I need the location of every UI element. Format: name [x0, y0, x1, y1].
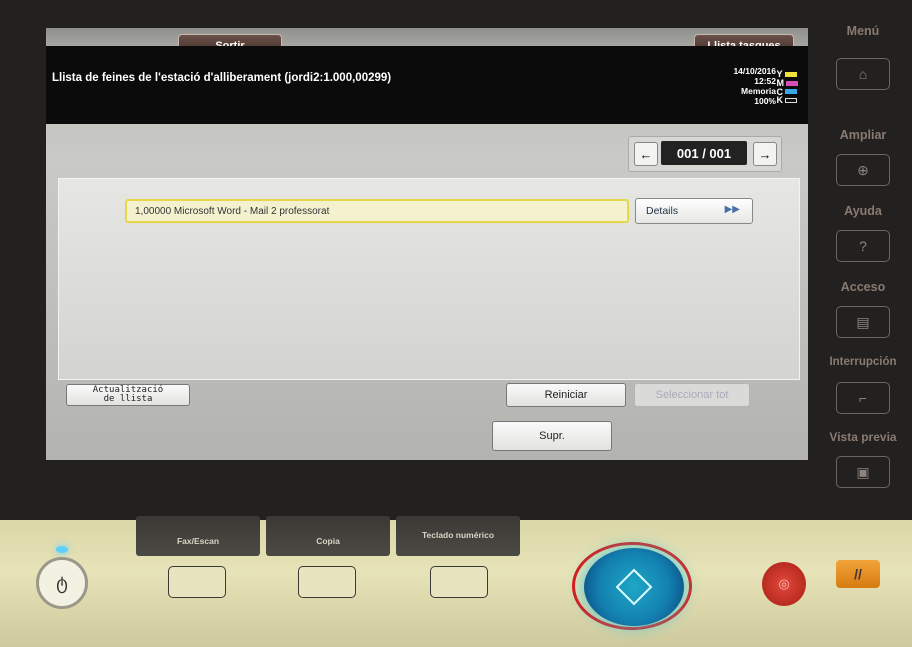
toner-levels: Y M C K — [776, 70, 798, 106]
select-all-button[interactable]: Seleccionar tot — [634, 383, 750, 407]
preview-button[interactable]: ▣ — [836, 456, 890, 488]
job-row[interactable]: 1,00000 Microsoft Word - Mail 2 professo… — [125, 199, 629, 223]
page-title: Llista de feines de l'estació d'allibera… — [52, 72, 392, 84]
stop-button[interactable]: ◎ — [762, 562, 806, 606]
zoom-in-icon: ⊕ — [857, 161, 869, 178]
toner-bar-black — [785, 98, 797, 104]
memory-label: Memoria — [741, 86, 776, 96]
details-label: Details — [646, 205, 679, 217]
reset-icon: // — [854, 566, 862, 582]
preview-icon: ▣ — [856, 463, 870, 480]
reset-button[interactable]: Reiniciar — [506, 383, 626, 407]
touch-screen: Sortir Llista tasques Llista de feines d… — [46, 28, 808, 460]
copy-key[interactable] — [298, 566, 356, 598]
fax-scan-label: Fax/Escan — [176, 536, 220, 546]
preview-label: Vista previa — [829, 430, 897, 444]
keypad-key[interactable] — [430, 566, 488, 598]
start-button[interactable] — [584, 548, 684, 626]
header-bar: Llista de feines de l'estació d'allibera… — [46, 46, 808, 124]
zoom-button[interactable]: ⊕ — [836, 154, 890, 186]
home-icon: ⌂ — [858, 66, 868, 82]
copy-label: Copia — [316, 536, 340, 546]
delete-button[interactable]: Supr. — [492, 421, 612, 451]
status-readout: 14/10/2016 12:52 Memoria 100% — [733, 66, 776, 106]
access-label: Acceso — [840, 280, 886, 294]
power-save-icon: ტ — [56, 572, 68, 593]
zoom-label: Ampliar — [839, 128, 887, 142]
pager: ← 001 / 001 → — [628, 136, 782, 172]
hardware-sidebar: Menú ⌂ Ampliar ⊕ Ayuda ? Acceso ▤ Interr… — [814, 18, 912, 498]
control-panel: Fax/Escan Copia Teclado numérico ტ ◎ // — [0, 516, 912, 647]
toner-bar-magenta — [786, 80, 798, 86]
interrupt-label: Interrupción — [829, 356, 897, 368]
help-icon: ? — [859, 238, 867, 254]
toner-letter: K — [776, 95, 784, 106]
page-indicator: 001 / 001 — [661, 141, 747, 165]
refresh-list-label-2: de llista — [103, 394, 153, 404]
refresh-list-button[interactable]: Actualització de llista — [66, 384, 190, 406]
access-icon: ▤ — [856, 313, 870, 330]
power-led — [56, 546, 68, 553]
details-button[interactable]: Details ▶▶ — [635, 198, 753, 224]
start-diamond-icon — [615, 568, 653, 606]
next-page-button[interactable]: → — [753, 142, 777, 166]
interrupt-icon: ⌐ — [858, 390, 868, 406]
fax-scan-key[interactable] — [168, 566, 226, 598]
access-button[interactable]: ▤ — [836, 306, 890, 338]
date: 14/10/2016 — [733, 66, 776, 76]
double-chevron-right-icon: ▶▶ — [724, 204, 740, 215]
help-label: Ayuda — [844, 204, 882, 218]
reset-key[interactable]: // — [836, 560, 880, 588]
job-list-panel: 1,00000 Microsoft Word - Mail 2 professo… — [58, 178, 800, 380]
help-button[interactable]: ? — [836, 230, 890, 262]
memory-value: 100% — [754, 96, 776, 106]
menu-label: Menú — [846, 24, 880, 38]
toner-bar-cyan — [785, 89, 797, 95]
power-button[interactable]: ტ — [36, 557, 88, 609]
prev-page-button[interactable]: ← — [634, 142, 658, 166]
time: 12:52 — [754, 76, 776, 86]
stop-icon: ◎ — [778, 576, 790, 591]
home-button[interactable]: ⌂ — [836, 58, 890, 90]
keypad-label: Teclado numérico — [421, 530, 495, 540]
interrupt-button[interactable]: ⌐ — [836, 382, 890, 414]
toner-bar-yellow — [784, 71, 797, 77]
